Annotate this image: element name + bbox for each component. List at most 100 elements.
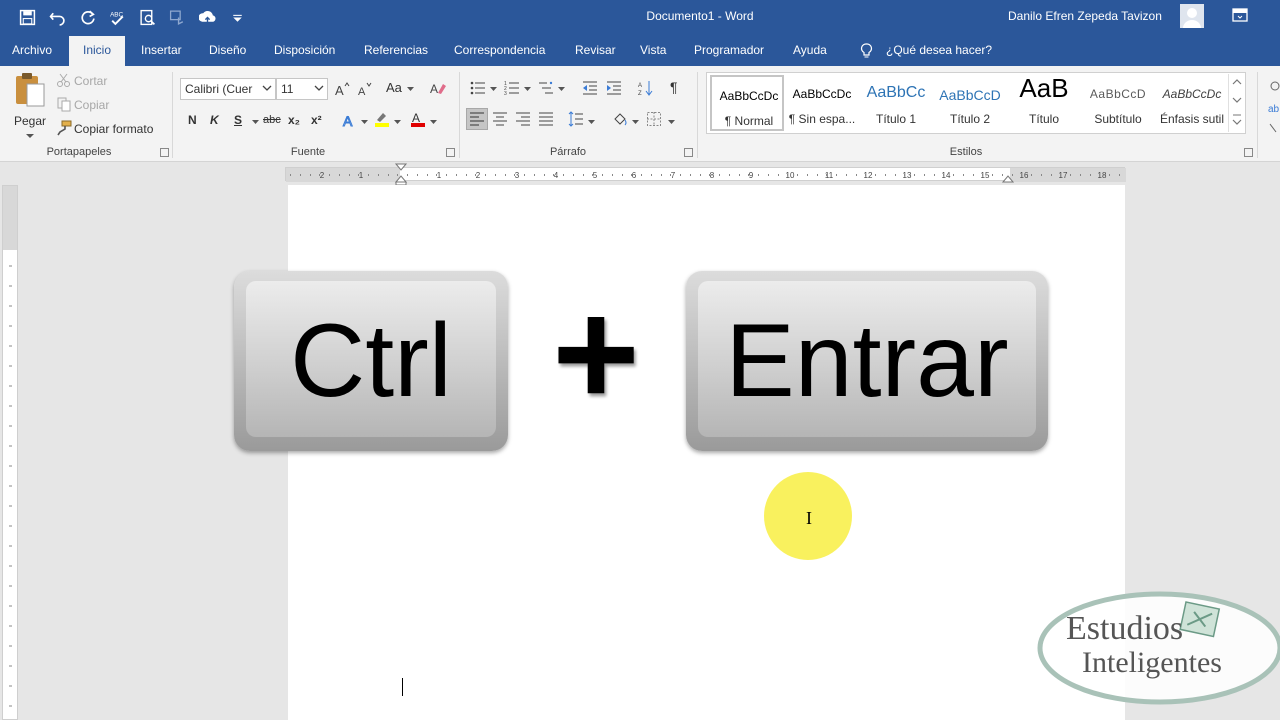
style-normal[interactable]: AaBbCcDc ¶ Normal [710, 75, 784, 131]
copy-button[interactable]: Copiar [74, 98, 109, 112]
underline-button[interactable]: S [234, 113, 242, 127]
spelling-button[interactable]: ABC [104, 6, 130, 28]
clear-formatting-icon[interactable]: A [430, 80, 446, 96]
print-preview-button[interactable] [134, 6, 160, 28]
borders-icon[interactable] [646, 111, 662, 127]
vertical-ruler[interactable] [2, 185, 18, 720]
ruler-number: 9 [749, 171, 754, 180]
subscript-button[interactable]: x₂ [288, 113, 300, 127]
tell-me-search[interactable]: ¿Qué desea hacer? [886, 43, 992, 57]
align-right-icon[interactable] [515, 111, 531, 127]
multilevel-list-icon[interactable] [538, 80, 554, 96]
shading-dropdown-icon [632, 120, 639, 124]
style-subtle-emphasis[interactable]: AaBbCcDc Énfasis sutil [1155, 75, 1229, 131]
ruler-tick [1090, 174, 1091, 176]
highlight-color-icon[interactable] [374, 111, 390, 127]
shading-icon[interactable] [612, 111, 628, 127]
ruler-tick [466, 174, 467, 176]
sort-icon[interactable]: AZ [638, 80, 654, 96]
tab-vista[interactable]: Vista [640, 43, 666, 57]
text-effects-dropdown-icon [361, 120, 368, 124]
superscript-button[interactable]: x² [311, 113, 322, 127]
ruler-tick [651, 174, 652, 176]
plus-sign: + [552, 269, 640, 437]
text-effects-icon[interactable]: A [342, 112, 358, 129]
ruler-tick [1060, 174, 1061, 176]
align-center-icon[interactable] [492, 111, 508, 127]
shrink-font-icon[interactable]: A [356, 81, 372, 97]
redo-button[interactable] [74, 6, 100, 28]
ruler-tick [1021, 174, 1022, 176]
style-heading-2[interactable]: AaBbCcD Título 2 [933, 75, 1007, 131]
horizontal-ruler[interactable]: 321123456789101112131415161718 [0, 163, 1280, 185]
ruler-tick [778, 174, 779, 176]
styles-dialog-launcher[interactable] [1244, 148, 1253, 157]
justify-icon[interactable] [538, 111, 554, 127]
clipboard-group-label: Portapapeles [46, 146, 112, 158]
font-dialog-launcher[interactable] [446, 148, 455, 157]
right-indent-marker-icon[interactable] [1002, 173, 1014, 183]
bold-button[interactable]: N [188, 113, 197, 127]
font-color-icon[interactable]: A [410, 111, 426, 127]
user-name[interactable]: Danilo Efren Zepeda Tavizon [1008, 9, 1162, 23]
tab-referencias[interactable]: Referencias [364, 43, 428, 57]
numbering-icon[interactable]: 123 [504, 80, 520, 96]
paragraph-dialog-launcher[interactable] [684, 148, 693, 157]
ruler-tick [836, 174, 837, 176]
tab-correspondencia[interactable]: Correspondencia [454, 43, 545, 57]
font-size-combo[interactable]: 11 [276, 78, 328, 100]
style-no-spacing[interactable]: AaBbCcDc ¶ Sin espa... [785, 75, 859, 131]
tab-programador[interactable]: Programador [694, 43, 764, 57]
ruler-tick [310, 174, 311, 176]
style-subtitle[interactable]: AaBbCcD Subtítulo [1081, 75, 1155, 131]
undo-button[interactable] [44, 6, 70, 28]
ruler-tick [817, 174, 818, 176]
style-title[interactable]: AaB Título [1007, 73, 1081, 131]
user-avatar[interactable] [1180, 4, 1204, 28]
ruler-tick [992, 174, 993, 176]
italic-button[interactable]: K [210, 113, 219, 127]
ruler-tick [563, 174, 564, 176]
ruler-tick [544, 174, 545, 176]
editing-group-partial[interactable]: ab [1262, 78, 1280, 138]
save-button[interactable] [14, 6, 40, 28]
line-spacing-icon[interactable] [568, 111, 584, 127]
decrease-indent-icon[interactable] [582, 80, 598, 96]
ruler-tick [661, 174, 662, 176]
paragraph-group-label: Párrafo [549, 146, 587, 158]
paste-button[interactable]: Pegar [10, 72, 50, 138]
customize-qat-button[interactable] [224, 6, 250, 28]
format-painter-button[interactable]: Copiar formato [74, 122, 153, 136]
svg-text:A: A [335, 83, 344, 97]
tab-inicio[interactable]: Inicio [69, 36, 126, 66]
tab-ayuda[interactable]: Ayuda [793, 43, 827, 57]
numbering-dropdown-icon [524, 87, 531, 91]
styles-group-label: Estilos [949, 146, 983, 158]
tab-insertar[interactable]: Insertar [141, 43, 182, 57]
font-name-combo[interactable]: Calibri (Cuer [180, 78, 276, 100]
touch-mode-button[interactable] [164, 6, 190, 28]
cut-button[interactable]: Cortar [74, 74, 107, 88]
styles-gallery-scroll[interactable] [1228, 74, 1244, 132]
ruler-number: 1 [359, 171, 364, 180]
tab-diseno[interactable]: Diseño [209, 43, 246, 57]
show-formatting-marks-button[interactable]: ¶ [670, 79, 678, 95]
tab-disposicion[interactable]: Disposición [274, 43, 335, 57]
publish-button[interactable] [194, 6, 220, 28]
ruler-tick [787, 174, 788, 176]
clipboard-dialog-launcher[interactable] [160, 148, 169, 157]
group-divider [459, 72, 460, 158]
bullets-icon[interactable] [470, 80, 486, 96]
strikethrough-button[interactable]: abc [263, 114, 281, 126]
ruler-number: 4 [554, 171, 559, 180]
indent-marker-icon[interactable] [395, 163, 407, 185]
change-case-button[interactable]: Aa [386, 80, 402, 95]
tab-archivo[interactable]: Archivo [12, 43, 52, 57]
svg-text:ab: ab [1268, 104, 1280, 115]
style-heading-1[interactable]: AaBbCc Título 1 [859, 75, 933, 131]
grow-font-icon[interactable]: A [334, 81, 350, 97]
tab-revisar[interactable]: Revisar [575, 43, 616, 57]
style-preview: AaBbCc [866, 84, 926, 101]
ribbon-display-options-button[interactable] [1232, 8, 1248, 22]
increase-indent-icon[interactable] [606, 80, 622, 96]
